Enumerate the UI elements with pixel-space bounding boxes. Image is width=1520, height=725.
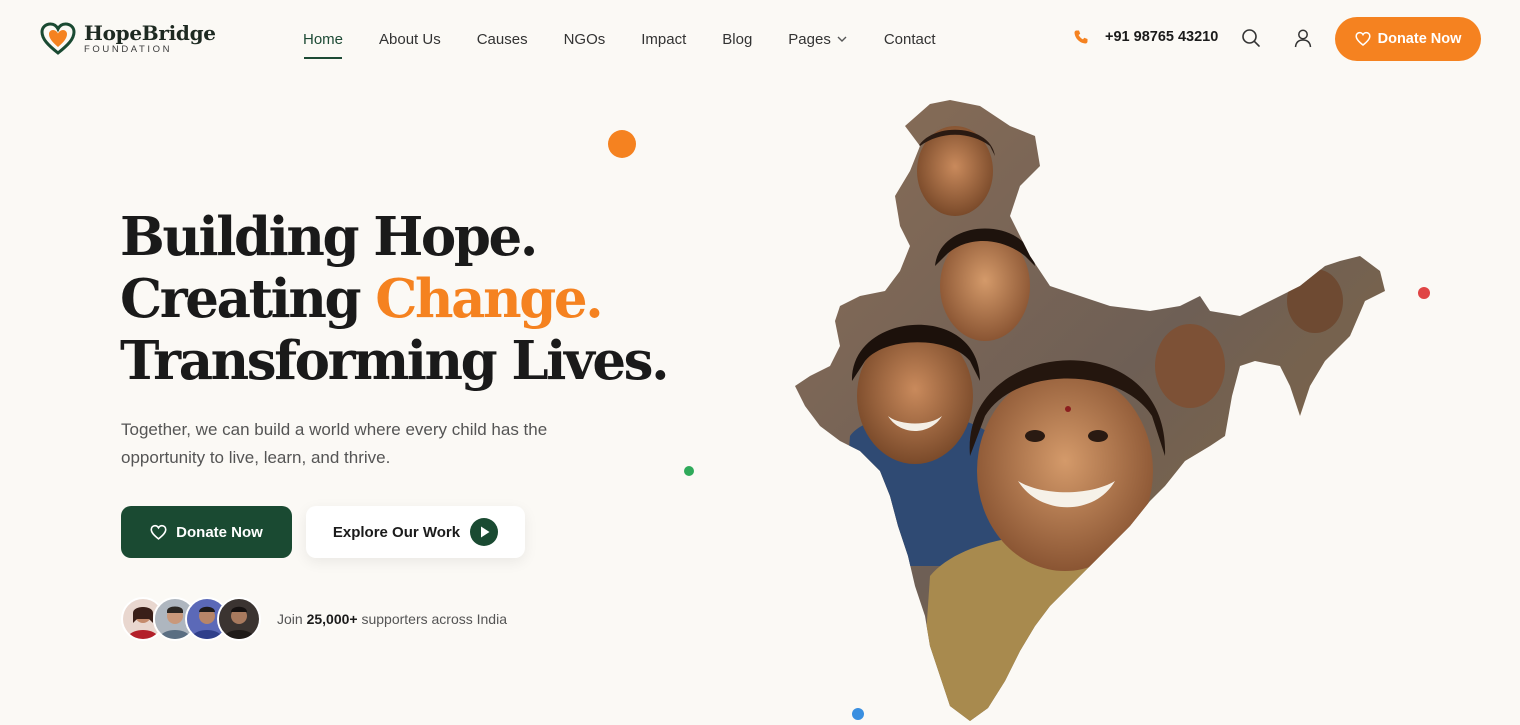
nav-item-ngos[interactable]: NGOs	[564, 29, 606, 49]
user-icon[interactable]	[1293, 28, 1313, 48]
logo[interactable]: HopeBridge FOUNDATION	[40, 22, 216, 56]
phone-icon	[1074, 30, 1088, 44]
supporters-suffix: supporters across India	[357, 611, 507, 627]
brand-tagline: FOUNDATION	[84, 44, 173, 55]
supporters-count: 25,000+	[306, 611, 358, 627]
heart-icon	[1355, 31, 1371, 46]
main-nav: Home About Us Causes NGOs Impact Blog Pa…	[303, 29, 972, 59]
nav-item-home[interactable]: Home	[303, 29, 343, 59]
hero-title-line-3: Transforming Lives.	[120, 330, 670, 392]
hero-title-line-1: Building Hope.	[120, 206, 538, 268]
search-icon[interactable]	[1241, 28, 1261, 48]
hero-title-line-2: Creating Change.	[120, 268, 667, 330]
heart-icon	[150, 524, 167, 540]
hero-donate-button[interactable]: Donate Now	[121, 506, 292, 558]
header-donate-label: Donate Now	[1377, 31, 1462, 47]
decorative-dot-green	[684, 466, 694, 476]
chevron-down-icon	[837, 36, 847, 42]
brand-name: HopeBridge	[84, 21, 216, 45]
explore-label: Explore Our Work	[332, 523, 461, 541]
nav-item-causes[interactable]: Causes	[477, 29, 528, 49]
supporters-prefix: Join	[277, 611, 307, 627]
india-map-children-image	[795, 100, 1385, 721]
nav-item-pages[interactable]: Pages	[788, 29, 848, 49]
hero-title-accent: Change.	[375, 268, 603, 330]
nav-item-impact[interactable]: Impact	[641, 29, 686, 49]
phone-link[interactable]: +91 98765 43210	[1073, 29, 1218, 45]
heart-logo-icon	[40, 22, 76, 55]
hero-title: Building Hope. Creating Change. Transfor…	[120, 206, 670, 392]
supporters-strip: Join 25,000+ supporters across India	[121, 597, 507, 641]
nav-item-about-us[interactable]: About Us	[379, 29, 441, 49]
decorative-dot-red	[1418, 287, 1430, 299]
hero-subtitle: Together, we can build a world where eve…	[121, 420, 548, 467]
header-donate-button[interactable]: Donate Now	[1335, 17, 1481, 61]
nav-item-blog[interactable]: Blog	[722, 29, 752, 49]
supporters-text: Join 25,000+ supporters across India	[277, 611, 507, 627]
site-header: HopeBridge FOUNDATION Home About Us Caus…	[0, 0, 1520, 78]
phone-number: +91 98765 43210	[1105, 29, 1219, 45]
play-icon	[470, 518, 499, 546]
hero-donate-label: Donate Now	[176, 523, 263, 541]
hero-title-line-2-prefix: Creating	[120, 268, 376, 330]
explore-our-work-button[interactable]: Explore Our Work	[306, 506, 525, 558]
nav-item-pages-label: Pages	[788, 30, 831, 48]
supporter-avatars	[121, 597, 261, 641]
avatar	[217, 597, 261, 641]
decorative-dot-orange	[608, 130, 636, 158]
nav-item-contact[interactable]: Contact	[884, 29, 936, 49]
